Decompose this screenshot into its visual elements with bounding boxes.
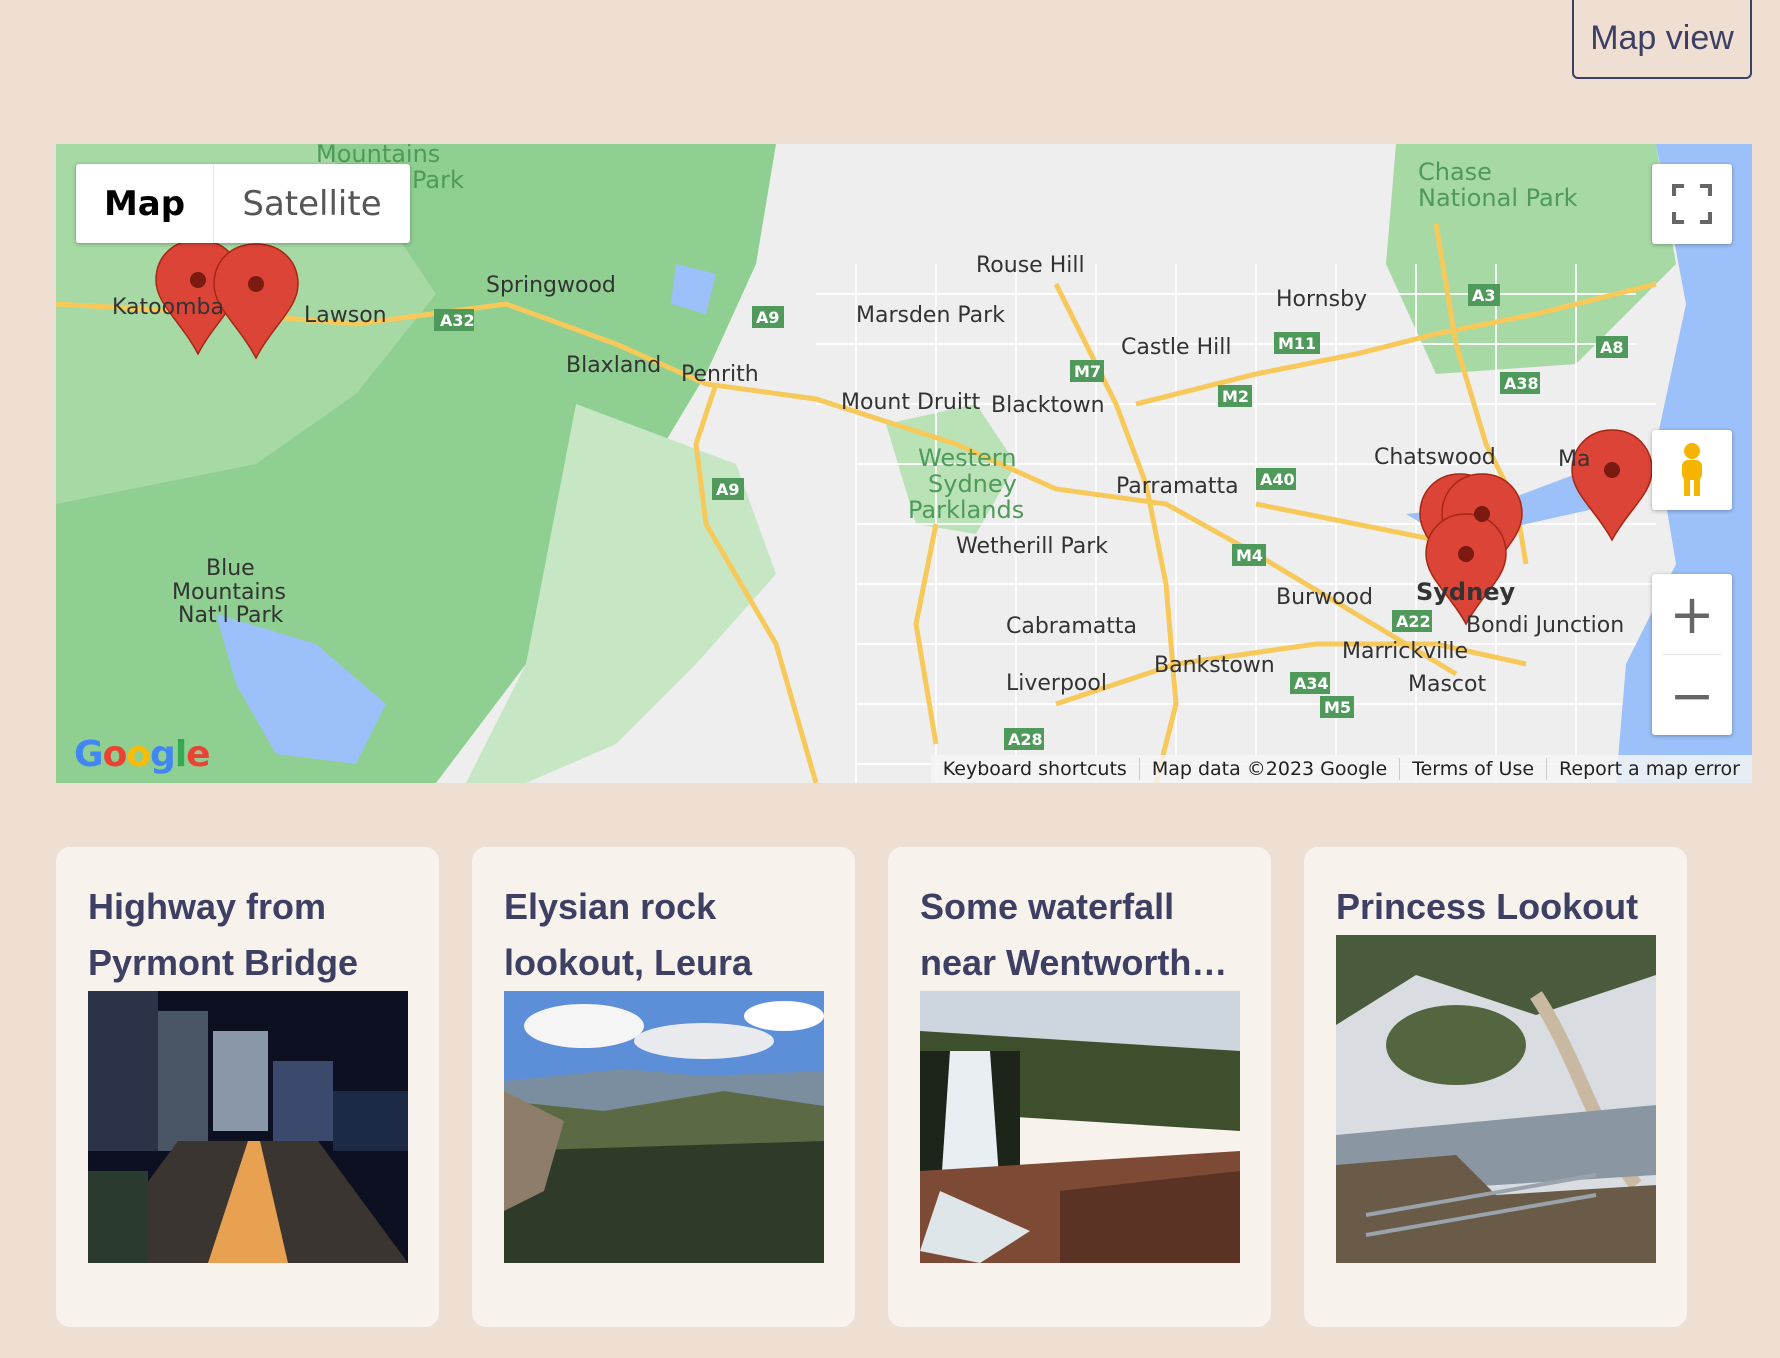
svg-text:Bondi Junction: Bondi Junction [1466, 613, 1624, 638]
photo-card[interactable]: Some waterfall near Wentworth… [888, 847, 1271, 1327]
map-type-map-button[interactable]: Map [76, 164, 214, 243]
card-title: Some waterfall near Wentworth… [920, 886, 1228, 983]
svg-text:Blacktown: Blacktown [991, 393, 1105, 418]
svg-text:A3: A3 [1472, 286, 1496, 305]
svg-text:Hornsby: Hornsby [1276, 287, 1367, 312]
svg-text:Sydney: Sydney [928, 470, 1017, 498]
photo-card[interactable]: Highway from Pyrmont Bridge [56, 847, 439, 1327]
photo-card-list: Highway from Pyrmont Bridge Elysian rock… [56, 847, 1687, 1327]
svg-text:Nat'l Park: Nat'l Park [178, 603, 284, 628]
svg-text:M7: M7 [1074, 362, 1101, 381]
svg-text:M2: M2 [1222, 387, 1249, 406]
photo-card[interactable]: Princess Lookout [1304, 847, 1687, 1327]
svg-text:A8: A8 [1600, 338, 1624, 357]
card-photo-eucalyptus-lookout[interactable] [1336, 935, 1656, 1263]
svg-text:A34: A34 [1294, 674, 1329, 693]
map-type-satellite-button[interactable]: Satellite [214, 164, 410, 243]
card-title: Princess Lookout [1336, 886, 1639, 927]
svg-text:Springwood: Springwood [486, 273, 616, 298]
svg-text:Park: Park [412, 166, 464, 194]
map-data-text: Map data ©2023 Google [1138, 758, 1399, 780]
svg-text:National Park: National Park [1418, 184, 1578, 212]
svg-text:Lawson: Lawson [304, 303, 387, 328]
svg-text:Western: Western [918, 444, 1016, 472]
svg-text:Rouse Hill: Rouse Hill [976, 253, 1085, 278]
svg-text:Marsden Park: Marsden Park [856, 303, 1005, 328]
svg-text:Penrith: Penrith [681, 362, 759, 387]
svg-text:Castle Hill: Castle Hill [1121, 335, 1231, 360]
svg-text:Ma: Ma [1558, 447, 1590, 472]
svg-text:Cabramatta: Cabramatta [1006, 614, 1137, 639]
map-attribution: Keyboard shortcuts Map data ©2023 Google… [930, 755, 1752, 783]
svg-text:Parklands: Parklands [908, 496, 1024, 524]
svg-text:A40: A40 [1260, 470, 1295, 489]
card-title: Elysian rock lookout, Leura [504, 886, 753, 983]
zoom-out-button[interactable]: − [1652, 655, 1732, 735]
fullscreen-icon [1672, 184, 1712, 224]
fullscreen-button[interactable] [1652, 164, 1732, 244]
svg-text:Liverpool: Liverpool [1006, 671, 1107, 696]
svg-text:Mountains: Mountains [172, 580, 286, 605]
svg-text:Blaxland: Blaxland [566, 353, 661, 378]
photo-card[interactable]: Elysian rock lookout, Leura [472, 847, 855, 1327]
street-view-pegman-button[interactable] [1652, 430, 1732, 510]
svg-text:Blue: Blue [206, 556, 255, 581]
zoom-in-button[interactable]: + [1652, 574, 1732, 654]
svg-text:A9: A9 [756, 308, 780, 327]
report-error-link[interactable]: Report a map error [1546, 758, 1752, 780]
card-photo-waterfall[interactable] [920, 991, 1240, 1263]
google-logo: Google [74, 734, 211, 775]
map-type-control: Map Satellite [76, 164, 410, 243]
svg-text:Burwood: Burwood [1276, 585, 1373, 610]
svg-text:Parramatta: Parramatta [1116, 474, 1239, 499]
keyboard-shortcuts-link[interactable]: Keyboard shortcuts [931, 758, 1139, 780]
svg-text:Marrickville: Marrickville [1342, 639, 1468, 664]
svg-text:A32: A32 [440, 311, 475, 330]
svg-text:M4: M4 [1236, 546, 1263, 565]
svg-text:M5: M5 [1324, 698, 1351, 717]
svg-text:A28: A28 [1008, 730, 1043, 749]
svg-text:Mascot: Mascot [1408, 672, 1486, 697]
pegman-icon [1682, 443, 1702, 496]
card-photo-night-city[interactable] [88, 991, 408, 1263]
svg-text:Mount Druitt: Mount Druitt [841, 390, 981, 415]
svg-text:M11: M11 [1278, 334, 1316, 353]
map-view-button[interactable]: Map view [1572, 0, 1752, 79]
svg-text:Wetherill Park: Wetherill Park [956, 534, 1108, 559]
place-label: Katoomba [112, 295, 224, 320]
svg-text:A22: A22 [1396, 612, 1431, 631]
card-photo-mountain-valley[interactable] [504, 991, 824, 1263]
svg-text:A38: A38 [1504, 374, 1539, 393]
svg-text:Chatswood: Chatswood [1374, 445, 1496, 470]
zoom-control: + − [1652, 574, 1732, 735]
terms-link[interactable]: Terms of Use [1399, 758, 1546, 780]
svg-text:Bankstown: Bankstown [1154, 653, 1275, 678]
map[interactable]: Katoomba Lawson Springwood Blaxland Penr… [56, 144, 1752, 783]
svg-text:Chase: Chase [1418, 158, 1492, 186]
card-title: Highway from Pyrmont Bridge [88, 886, 359, 983]
svg-text:A9: A9 [716, 480, 740, 499]
svg-text:Sydney: Sydney [1416, 578, 1515, 606]
